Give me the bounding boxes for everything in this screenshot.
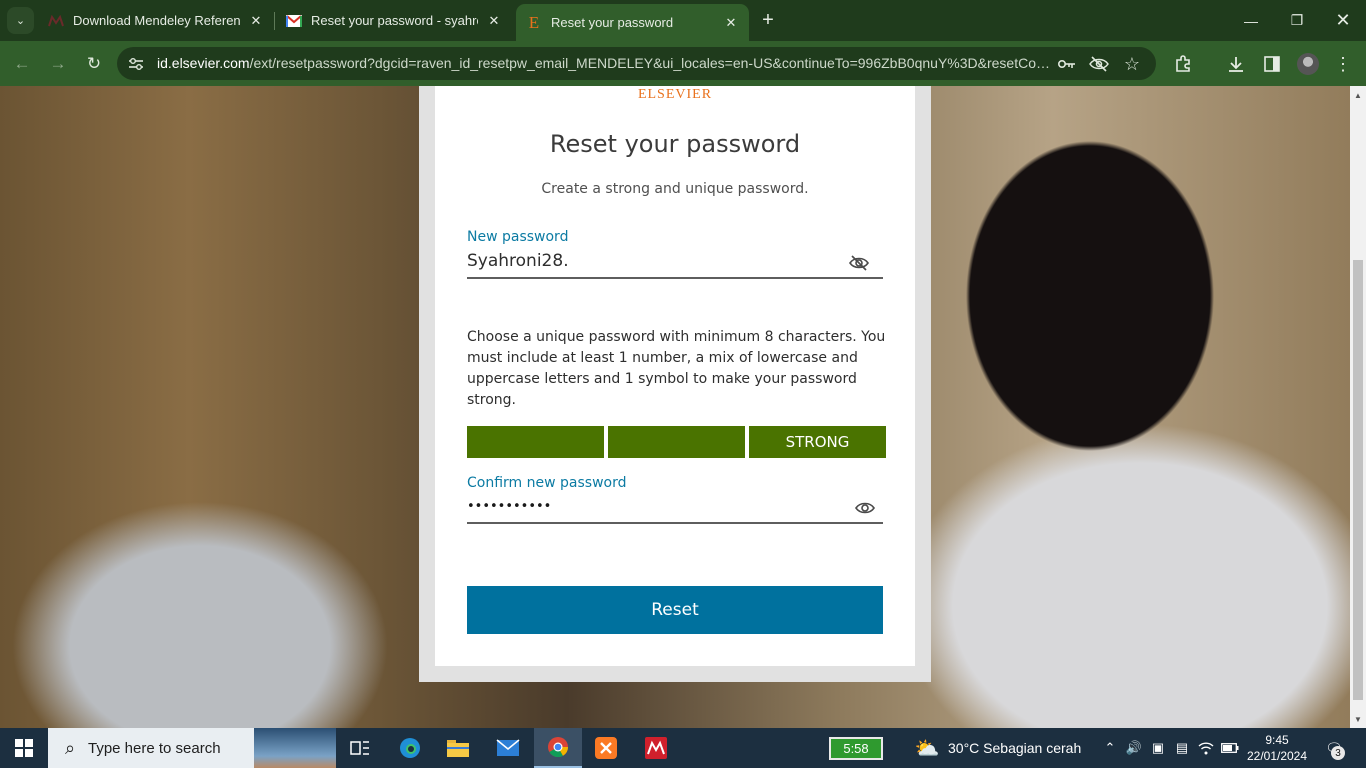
tab-elsevier-active[interactable]: E Reset your password ✕ <box>516 4 749 41</box>
page-subtitle: Create a strong and unique password. <box>541 181 809 197</box>
battery-timer-badge[interactable]: 5:58 <box>829 737 883 760</box>
tab-title: Reset your password - syahroon <box>311 13 478 28</box>
address-bar[interactable]: id.elsevier.com/ext/resetpassword?dgcid=… <box>117 47 1156 80</box>
key-icon[interactable] <box>1057 54 1077 74</box>
windows-taskbar: ⌕ Type here to search 5:58 ⛅ 30°C Sebagi… <box>0 728 1366 768</box>
gmail-icon <box>286 13 302 29</box>
restore-icon[interactable]: ❐ <box>1274 0 1320 41</box>
close-tab-icon[interactable]: ✕ <box>486 13 502 29</box>
new-password-label: New password <box>467 229 569 245</box>
elsevier-icon: E <box>528 12 540 32</box>
windows-start-icon[interactable] <box>0 728 48 768</box>
card-frame: ELSEVIER Reset your password Create a st… <box>419 86 931 682</box>
url-domain: id.elsevier.com <box>157 55 250 71</box>
tray-chevron-up-icon[interactable]: ⌃ <box>1100 738 1120 758</box>
search-icon: ⌕ <box>64 737 76 758</box>
taskbar-search-box[interactable]: ⌕ Type here to search <box>48 728 336 768</box>
clock-time: 9:45 <box>1265 733 1289 747</box>
page-viewport: ELSEVIER Reset your password Create a st… <box>0 86 1350 728</box>
back-arrow-icon[interactable]: ← <box>8 50 36 78</box>
confirm-password-label: Confirm new password <box>467 475 627 491</box>
reset-password-card: ELSEVIER Reset your password Create a st… <box>435 86 915 666</box>
scroll-down-arrow-icon[interactable]: ▼ <box>1353 714 1363 724</box>
browser-toolbar: ← → ↻ id.elsevier.com/ext/resetpassword?… <box>0 41 1366 86</box>
confirm-password-field[interactable]: ••••••••••• <box>467 492 883 524</box>
url-text[interactable]: id.elsevier.com/ext/resetpassword?dgcid=… <box>157 55 1052 71</box>
confirm-password-masked-value: ••••••••••• <box>467 499 552 514</box>
profile-avatar[interactable] <box>1297 53 1319 75</box>
minimize-icon[interactable]: — <box>1228 0 1274 41</box>
close-tab-icon[interactable]: ✕ <box>723 15 739 31</box>
tab-mendeley[interactable]: Download Mendeley Reference ✕ <box>38 6 274 35</box>
forward-arrow-icon[interactable]: → <box>44 50 72 78</box>
elsevier-logo: ELSEVIER <box>637 87 713 102</box>
chrome-icon[interactable] <box>534 728 582 768</box>
browser-menu-kebab-icon[interactable]: ⋮ <box>1330 51 1356 77</box>
scrollbar-thumb[interactable] <box>1353 260 1363 700</box>
site-settings-icon[interactable] <box>127 55 145 73</box>
new-password-value: Syahroni28. <box>467 251 569 271</box>
tab-divider <box>274 12 275 30</box>
scroll-up-arrow-icon[interactable]: ▲ <box>1353 90 1363 100</box>
strength-segment <box>608 426 745 458</box>
display-icon[interactable]: ▤ <box>1172 738 1192 758</box>
side-panel-icon[interactable] <box>1259 51 1285 77</box>
mendeley-icon <box>48 13 64 29</box>
task-view-icon[interactable] <box>336 728 384 768</box>
extensions-puzzle-icon[interactable] <box>1170 51 1196 77</box>
password-strength-meter: STRONG <box>467 426 886 458</box>
password-requirements-hint: Choose a unique password with minimum 8 … <box>467 329 886 408</box>
search-highlight-image <box>254 728 336 768</box>
wifi-icon[interactable] <box>1196 738 1216 758</box>
notification-count-badge: 3 <box>1331 746 1345 760</box>
bookmark-star-icon[interactable]: ☆ <box>1122 54 1142 74</box>
weather-text[interactable]: 30°C Sebagian cerah <box>948 740 1081 756</box>
show-password-eye-icon[interactable] <box>853 497 877 519</box>
tab-gmail[interactable]: Reset your password - syahroon ✕ <box>276 6 512 35</box>
page-title: Reset your password <box>549 130 801 158</box>
strength-label: STRONG <box>749 426 886 458</box>
mail-icon[interactable] <box>484 728 532 768</box>
browser-tab-bar: ⌄ Download Mendeley Reference ✕ Reset yo… <box>0 0 1366 41</box>
weather-partly-sunny-icon[interactable]: ⛅ <box>914 736 940 760</box>
close-tab-icon[interactable]: ✕ <box>248 13 264 29</box>
mendeley-app-icon[interactable] <box>632 728 680 768</box>
clock-date: 22/01/2024 <box>1246 749 1308 763</box>
xampp-icon[interactable] <box>582 728 630 768</box>
download-icon[interactable] <box>1223 51 1249 77</box>
tab-search-chevron-icon[interactable]: ⌄ <box>7 7 34 34</box>
search-placeholder: Type here to search <box>88 740 221 757</box>
battery-icon[interactable] <box>1220 738 1240 758</box>
tab-title: Reset your password <box>551 15 674 30</box>
hide-password-eye-off-icon[interactable] <box>847 252 871 274</box>
strength-segment <box>467 426 604 458</box>
tab-title: Download Mendeley Reference <box>73 13 240 28</box>
volume-icon[interactable]: 🔊 <box>1124 738 1144 758</box>
file-explorer-icon[interactable] <box>434 728 482 768</box>
edge-icon[interactable] <box>386 728 434 768</box>
system-clock[interactable]: 9:45 22/01/2024 <box>1246 732 1308 764</box>
url-path: /ext/resetpassword?dgcid=raven_id_resetp… <box>249 55 1052 71</box>
page-scrollbar[interactable]: ▲ ▼ <box>1350 86 1366 728</box>
tracking-protection-eye-off-icon[interactable] <box>1089 54 1109 74</box>
new-tab-plus-icon[interactable]: + <box>757 9 779 31</box>
close-window-icon[interactable]: ✕ <box>1320 0 1366 41</box>
meet-now-icon[interactable]: ▣ <box>1148 738 1168 758</box>
reload-icon[interactable]: ↻ <box>80 50 108 78</box>
new-password-field[interactable]: Syahroni28. <box>467 247 883 279</box>
reset-button[interactable]: Reset <box>467 586 883 634</box>
